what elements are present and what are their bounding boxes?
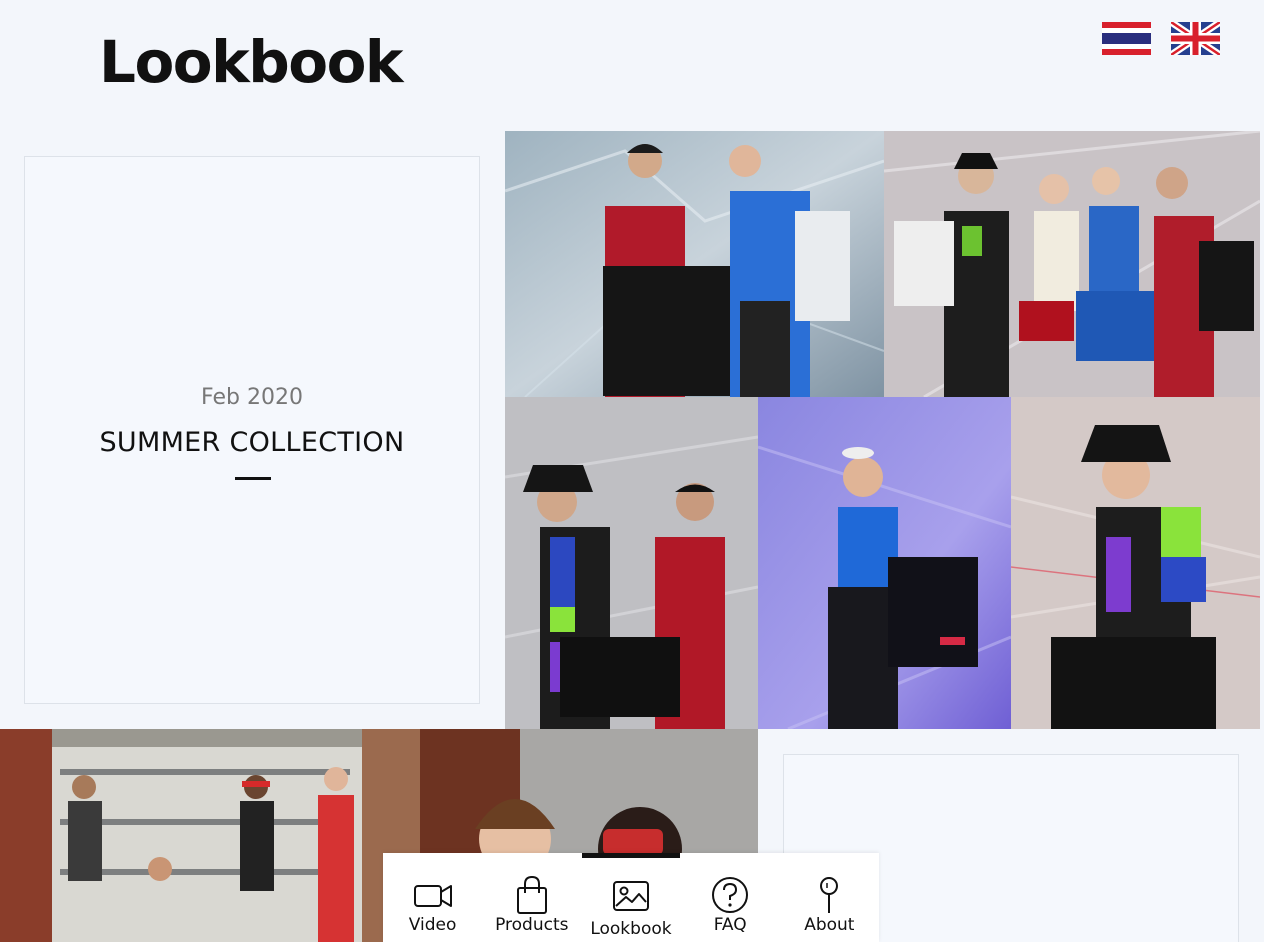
lookbook-photo-2[interactable] (884, 131, 1260, 397)
nav-item-about[interactable]: About (784, 875, 874, 935)
pin-icon (820, 877, 839, 913)
lookbook-photo-3[interactable] (505, 397, 758, 729)
bottom-nav: Video Products Lookbook FAQ About (383, 853, 879, 942)
nav-label-products: Products (495, 915, 569, 935)
collection-card[interactable]: Feb 2020 SUMMER COLLECTION (24, 156, 480, 704)
active-tab-indicator (582, 853, 680, 858)
video-camera-icon (413, 885, 452, 907)
collection-title: SUMMER COLLECTION (99, 427, 405, 458)
lookbook-photo-4[interactable] (758, 397, 1011, 729)
nav-item-lookbook[interactable]: Lookbook (586, 875, 676, 939)
lookbook-photo-5[interactable] (1011, 397, 1260, 729)
shopping-bag-icon (516, 875, 547, 914)
nav-item-products[interactable]: Products (487, 875, 577, 935)
thailand-flag-icon[interactable] (1102, 22, 1151, 55)
question-circle-icon (712, 877, 749, 913)
image-icon (612, 881, 649, 911)
nav-item-faq[interactable]: FAQ (685, 875, 775, 935)
language-selector (1102, 22, 1220, 55)
nav-label-video: Video (408, 915, 457, 935)
nav-item-video[interactable]: Video (388, 875, 478, 935)
uk-flag-icon[interactable] (1171, 22, 1220, 55)
nav-label-about: About (804, 915, 855, 935)
nav-label-faq: FAQ (713, 915, 747, 935)
lookbook-photo-1[interactable] (505, 131, 884, 397)
page-title: Lookbook (99, 28, 404, 96)
title-divider (235, 477, 271, 480)
nav-label-lookbook: Lookbook (590, 919, 672, 939)
collection-date: Feb 2020 (201, 385, 303, 410)
